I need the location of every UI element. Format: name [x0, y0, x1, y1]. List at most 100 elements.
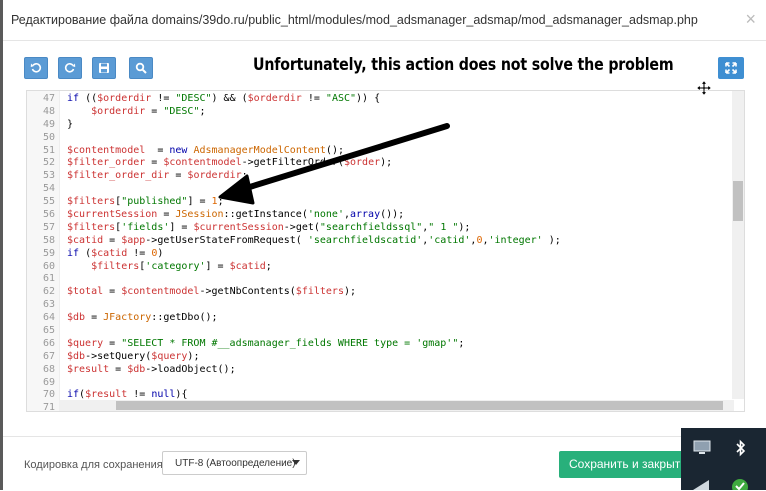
security-check-icon[interactable] — [731, 478, 749, 490]
line-code: $filters['category'] = $catid; — [91, 260, 272, 272]
line-number: 64 — [42, 312, 55, 324]
line-number: 48 — [42, 105, 55, 117]
line-number: 47 — [42, 93, 55, 104]
line-number: 49 — [42, 118, 55, 130]
line-code: $db->setQuery($query); — [67, 350, 200, 362]
close-icon[interactable]: × — [745, 10, 756, 28]
vertical-scroll-thumb[interactable] — [733, 181, 743, 221]
file-edit-dialog: Редактирование файла domains/39do.ru/pub… — [3, 0, 766, 490]
horizontal-scrollbar[interactable] — [59, 400, 734, 411]
line-number: 68 — [42, 363, 55, 375]
network-icon[interactable] — [691, 478, 711, 490]
search-button[interactable] — [129, 57, 153, 79]
line-number: 66 — [42, 337, 55, 349]
code-line[interactable]: 67 $db->setQuery($query); — [27, 350, 200, 364]
code-line[interactable]: 55 $filters["published"] = 1; — [27, 196, 224, 209]
undo-button[interactable] — [24, 57, 48, 79]
line-code: if (($orderdir != "DESC") && ($orderdir … — [67, 93, 381, 104]
code-line[interactable]: 68 $result = $db->loadObject(); — [27, 363, 236, 377]
code-line[interactable]: 70 if($result != null){ — [27, 389, 188, 402]
line-code: $filters['fields'] = $currentSession->ge… — [67, 221, 471, 233]
line-code: $filter_order = $contentmodel->getFilter… — [67, 157, 393, 169]
redo-icon — [64, 63, 76, 73]
line-code: $total = $contentmodel->getNbContents($f… — [67, 286, 357, 298]
code-line[interactable]: 65 — [27, 325, 55, 338]
code-line[interactable]: 59 if ($catid != 0) — [27, 247, 163, 261]
code-line[interactable]: 64 $db = JFactory::getDbo(); — [27, 312, 218, 325]
line-number: 65 — [42, 325, 55, 337]
encoding-select[interactable]: UTF-8 (Автоопределение) — [162, 451, 307, 475]
code-line[interactable]: 47 if (($orderdir != "DESC") && ($orderdi… — [27, 93, 380, 106]
line-code: $query = "SELECT * FROM #__adsmanager_fi… — [67, 337, 465, 349]
dialog-footer: Кодировка для сохранения UTF-8 (Автоопре… — [3, 436, 766, 491]
code-line[interactable]: 63 — [27, 299, 55, 312]
code-line[interactable]: 51 $contentmodel = new AdsmanagerModelCon… — [27, 144, 344, 158]
code-line[interactable]: 58 $catid = $app->getUserStateFromRequest… — [27, 234, 561, 248]
code-line[interactable]: 57 $filters['fields'] = $currentSession->… — [27, 221, 471, 235]
bluetooth-icon[interactable] — [735, 439, 747, 457]
line-code: $catid = $app->getUserStateFromRequest( … — [67, 234, 561, 246]
line-number: 53 — [42, 170, 55, 182]
line-code: } — [67, 118, 74, 130]
dialog-title: Редактирование файла domains/39do.ru/pub… — [11, 13, 698, 27]
code-line[interactable]: 53 $filter_order_dir = $orderdir; — [27, 170, 248, 183]
chevron-down-icon — [292, 460, 300, 465]
encoding-value: UTF-8 (Автоопределение) — [175, 458, 296, 469]
line-number: 55 — [42, 196, 55, 208]
line-code: $result = $db->loadObject(); — [67, 363, 236, 375]
dialog-header: Редактирование файла domains/39do.ru/pub… — [3, 0, 766, 41]
line-code: $filter_order_dir = $orderdir; — [67, 170, 248, 182]
line-number: 59 — [42, 247, 55, 259]
line-number: 71 — [42, 402, 55, 412]
vertical-scrollbar[interactable] — [732, 91, 744, 399]
line-code: $currentSession = JSession::getInstance(… — [67, 209, 405, 221]
code-line[interactable]: 50 — [27, 132, 55, 145]
monitor-icon[interactable] — [693, 440, 711, 456]
code-line[interactable]: 48 $orderdir = "DESC"; — [27, 105, 206, 119]
horizontal-scroll-thumb[interactable] — [116, 401, 723, 410]
line-number: 60 — [42, 260, 55, 272]
code-line[interactable]: 69 — [27, 377, 55, 390]
line-number: 54 — [42, 183, 55, 195]
code-line[interactable]: 49} — [27, 118, 73, 132]
line-number: 70 — [42, 389, 55, 401]
code-lines: 47 if (($orderdir != "DESC") && ($orderdi… — [27, 93, 561, 412]
code-line[interactable]: 66 $query = "SELECT * FROM #__adsmanager_… — [27, 337, 464, 351]
save-and-close-button[interactable]: Сохранить и закрыть — [559, 451, 689, 478]
line-number: 50 — [42, 131, 55, 143]
code-line[interactable]: 61 — [27, 273, 55, 286]
code-editor[interactable]: 47 if (($orderdir != "DESC") && ($orderdi… — [26, 90, 745, 412]
line-code: $filters["published"] = 1; — [67, 196, 224, 208]
line-number: 61 — [42, 273, 55, 285]
code-line[interactable]: 60 $filters['category'] = $catid; — [27, 260, 272, 274]
code-line[interactable]: 56 $currentSession = JSession::getInstanc… — [27, 209, 404, 222]
code-line[interactable]: 52 $filter_order = $contentmodel->getFilt… — [27, 157, 392, 170]
line-code: $contentmodel = new AdsmanagerModelConte… — [67, 144, 344, 156]
redo-button[interactable] — [58, 57, 82, 79]
annotation-text: Unfortunately, this action does not solv… — [253, 55, 674, 74]
code-line[interactable]: 71 — [27, 402, 55, 412]
line-code: if ($catid != 0) — [67, 247, 164, 259]
line-code: $orderdir = "DESC"; — [91, 105, 206, 117]
expand-icon — [725, 62, 737, 74]
line-number: 67 — [42, 350, 55, 362]
encoding-label: Кодировка для сохранения — [24, 459, 163, 471]
save-icon-button[interactable] — [92, 57, 116, 79]
undo-icon — [30, 63, 42, 73]
move-cursor-icon — [697, 81, 711, 95]
code-line[interactable]: 62 $total = $contentmodel->getNbContents(… — [27, 286, 356, 299]
floppy-icon — [99, 63, 109, 73]
search-icon — [135, 62, 147, 74]
line-number: 51 — [42, 144, 55, 156]
line-number: 63 — [42, 299, 55, 311]
line-number: 57 — [42, 221, 55, 233]
line-number: 58 — [42, 234, 55, 246]
line-number: 62 — [42, 286, 55, 298]
fullscreen-button[interactable] — [718, 57, 744, 79]
line-code: $db = JFactory::getDbo(); — [67, 312, 218, 324]
line-number: 52 — [42, 157, 55, 169]
line-number: 56 — [42, 209, 55, 221]
code-line[interactable]: 54 — [27, 183, 55, 196]
system-tray — [681, 428, 766, 490]
line-number: 69 — [42, 376, 55, 388]
